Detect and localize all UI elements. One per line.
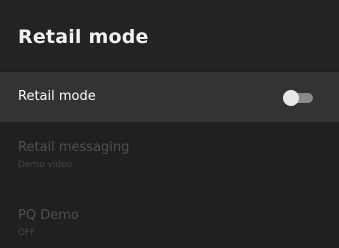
page-title: Retail mode: [18, 26, 149, 48]
setting-label: Retail messaging: [18, 140, 130, 155]
setting-row-retail-mode[interactable]: Retail mode: [0, 72, 339, 122]
setting-value: Demo video: [18, 160, 73, 170]
setting-value: OFF: [18, 228, 36, 238]
setting-label: PQ Demo: [18, 208, 79, 223]
settings-panel: Retail mode Retail mode Retail messaging…: [0, 0, 339, 248]
retail-mode-toggle[interactable]: [283, 90, 315, 106]
toggle-thumb: [283, 90, 299, 106]
setting-label: Retail mode: [18, 89, 96, 104]
setting-row-retail-messaging[interactable]: Retail messaging Demo video: [0, 136, 339, 180]
setting-row-pq-demo[interactable]: PQ Demo OFF: [0, 204, 339, 248]
panel-header: Retail mode: [0, 0, 339, 70]
